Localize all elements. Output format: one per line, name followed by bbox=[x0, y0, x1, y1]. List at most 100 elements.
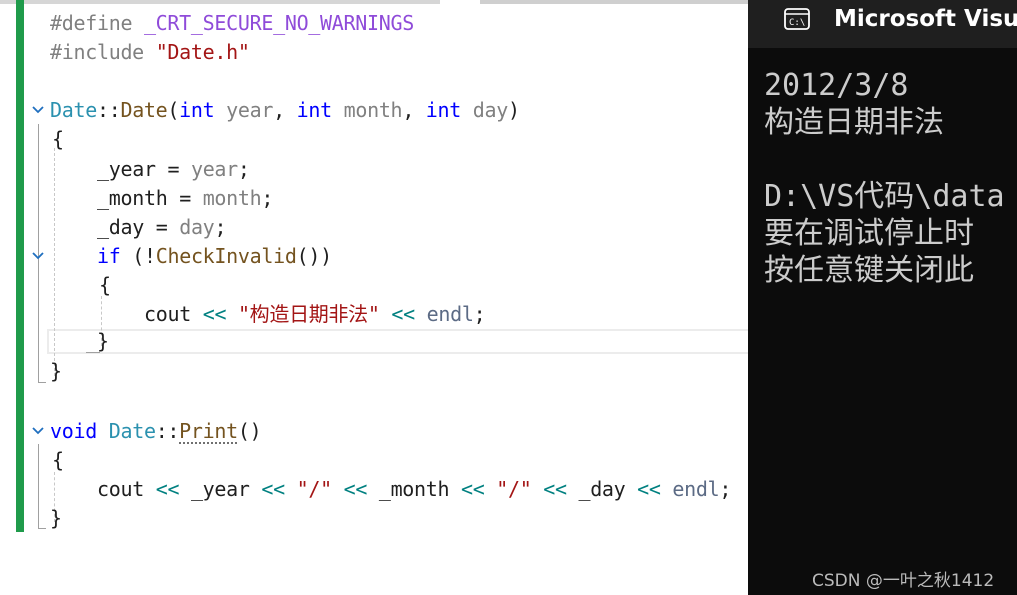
console-title: Microsoft Visual Studio Debug Console bbox=[834, 6, 1017, 32]
void-keyword: void bbox=[50, 419, 97, 443]
semicolon: ; bbox=[237, 157, 250, 181]
insert-operator: << bbox=[449, 477, 497, 501]
code-line-define[interactable]: #define _CRT_SECURE_NO_WARNINGS bbox=[50, 9, 414, 38]
console-output-line: 按任意键关闭此 bbox=[764, 253, 974, 288]
semicolon: ; bbox=[719, 477, 732, 501]
code-line-if[interactable]: if (!CheckInvalid()) bbox=[97, 242, 332, 271]
param-name: day bbox=[472, 98, 509, 122]
member-variable: _year bbox=[190, 477, 250, 501]
insert-operator: << bbox=[190, 302, 238, 326]
paren: ( bbox=[167, 98, 180, 122]
cout-stream: cout bbox=[144, 302, 191, 326]
type-keyword: int bbox=[179, 98, 215, 122]
string-literal: "/" bbox=[496, 477, 532, 501]
member-variable: _day bbox=[578, 477, 626, 501]
member-variable: _month bbox=[97, 186, 168, 210]
insert-operator: << bbox=[531, 477, 579, 501]
type-keyword: int bbox=[425, 98, 462, 122]
insert-operator: << bbox=[625, 477, 673, 501]
condition-close: ()) bbox=[296, 244, 333, 268]
function-name: Date bbox=[120, 98, 168, 122]
open-brace: { bbox=[52, 448, 64, 472]
open-brace: { bbox=[99, 273, 111, 297]
condition-open: (! bbox=[120, 244, 156, 268]
scope-guide bbox=[38, 444, 39, 528]
member-variable: _day bbox=[97, 215, 144, 239]
assign-operator: = bbox=[167, 186, 203, 210]
preprocessor-keyword: #include bbox=[50, 40, 144, 64]
code-line-print-signature[interactable]: void Date::Print() bbox=[50, 417, 262, 446]
type-keyword: int bbox=[296, 98, 333, 122]
code-line-constructor-signature[interactable]: Date::Date(int year, int month, int day) bbox=[50, 96, 520, 125]
editor-top-border-right bbox=[480, 0, 760, 4]
fold-toggle-icon[interactable] bbox=[30, 423, 46, 439]
scope-guide-end bbox=[38, 382, 46, 383]
console-output-line: 构造日期非法 bbox=[764, 105, 944, 140]
code-line-cout-date[interactable]: cout << _year << "/" << _month << "/" <<… bbox=[97, 475, 731, 504]
assign-operator: = bbox=[155, 157, 191, 181]
code-line-brace[interactable]: { bbox=[52, 446, 64, 475]
code-editor[interactable]: #define _CRT_SECURE_NO_WARNINGS #include… bbox=[0, 0, 760, 595]
class-name: Date bbox=[50, 98, 97, 122]
fold-toggle-icon[interactable] bbox=[30, 248, 46, 264]
code-line-brace[interactable]: } bbox=[50, 504, 62, 533]
close-brace: } bbox=[97, 329, 109, 353]
open-brace: { bbox=[52, 127, 64, 151]
close-brace: } bbox=[50, 506, 62, 530]
class-name: Date bbox=[108, 419, 156, 443]
parens: () bbox=[237, 419, 262, 443]
param-name: day bbox=[179, 215, 215, 239]
endl-manipulator: endl bbox=[672, 477, 720, 501]
param-name: year bbox=[190, 157, 238, 181]
param-name: year bbox=[226, 98, 274, 122]
insert-operator: << bbox=[249, 477, 297, 501]
debug-console-window[interactable]: C:\ Microsoft Visual Studio Debug Consol… bbox=[748, 0, 1017, 595]
string-literal: "构造日期非法" bbox=[237, 302, 380, 326]
indent-guide bbox=[54, 148, 55, 376]
code-line-year-assign[interactable]: _year = year; bbox=[97, 155, 250, 184]
include-file: "Date.h" bbox=[155, 40, 250, 64]
preprocessor-keyword: #define bbox=[50, 11, 133, 35]
code-line-brace[interactable]: } bbox=[97, 327, 109, 356]
change-indicator-bar bbox=[16, 0, 24, 398]
insert-operator: << bbox=[379, 302, 427, 326]
svg-text:C:\: C:\ bbox=[789, 18, 805, 28]
scope-operator: :: bbox=[155, 419, 180, 443]
semicolon: ; bbox=[261, 186, 274, 210]
comma: , bbox=[273, 98, 297, 122]
scope-guide-end bbox=[38, 528, 46, 529]
close-brace: } bbox=[50, 359, 62, 383]
macro-name: _CRT_SECURE_NO_WARNINGS bbox=[143, 11, 414, 35]
paren: ) bbox=[508, 98, 520, 122]
string-literal: "/" bbox=[296, 477, 333, 501]
console-output-line: 2012/3/8 bbox=[764, 68, 909, 103]
comma: , bbox=[402, 98, 426, 122]
code-line-brace[interactable]: } bbox=[50, 357, 62, 386]
console-output-line: D:\VS代码\data bbox=[764, 179, 1005, 214]
fold-toggle-icon[interactable] bbox=[30, 102, 46, 118]
code-line-brace[interactable]: { bbox=[52, 125, 64, 154]
console-output-line: 要在调试停止时 bbox=[764, 216, 974, 251]
code-line-day-assign[interactable]: _day = day; bbox=[97, 213, 226, 242]
code-line-cout-message[interactable]: cout << "构造日期非法" << endl; bbox=[144, 300, 486, 329]
member-variable: _year bbox=[97, 157, 156, 181]
editor-top-border bbox=[0, 0, 440, 4]
insert-operator: << bbox=[143, 477, 191, 501]
change-indicator-bar bbox=[16, 398, 24, 532]
semicolon: ; bbox=[214, 215, 227, 239]
current-line-highlight bbox=[47, 329, 760, 354]
code-line-month-assign[interactable]: _month = month; bbox=[97, 184, 273, 213]
code-line-include[interactable]: #include "Date.h" bbox=[50, 38, 250, 67]
if-keyword: if bbox=[97, 244, 121, 268]
endl-manipulator: endl bbox=[426, 302, 474, 326]
function-call: CheckInvalid bbox=[155, 244, 297, 268]
semicolon: ; bbox=[473, 302, 486, 326]
cout-stream: cout bbox=[97, 477, 144, 501]
scope-operator: :: bbox=[96, 98, 121, 122]
param-name: month bbox=[343, 98, 403, 122]
terminal-icon: C:\ bbox=[784, 8, 810, 30]
insert-operator: << bbox=[331, 477, 379, 501]
member-variable: _month bbox=[378, 477, 450, 501]
assign-operator: = bbox=[143, 215, 180, 239]
code-line-brace[interactable]: { bbox=[99, 271, 111, 300]
